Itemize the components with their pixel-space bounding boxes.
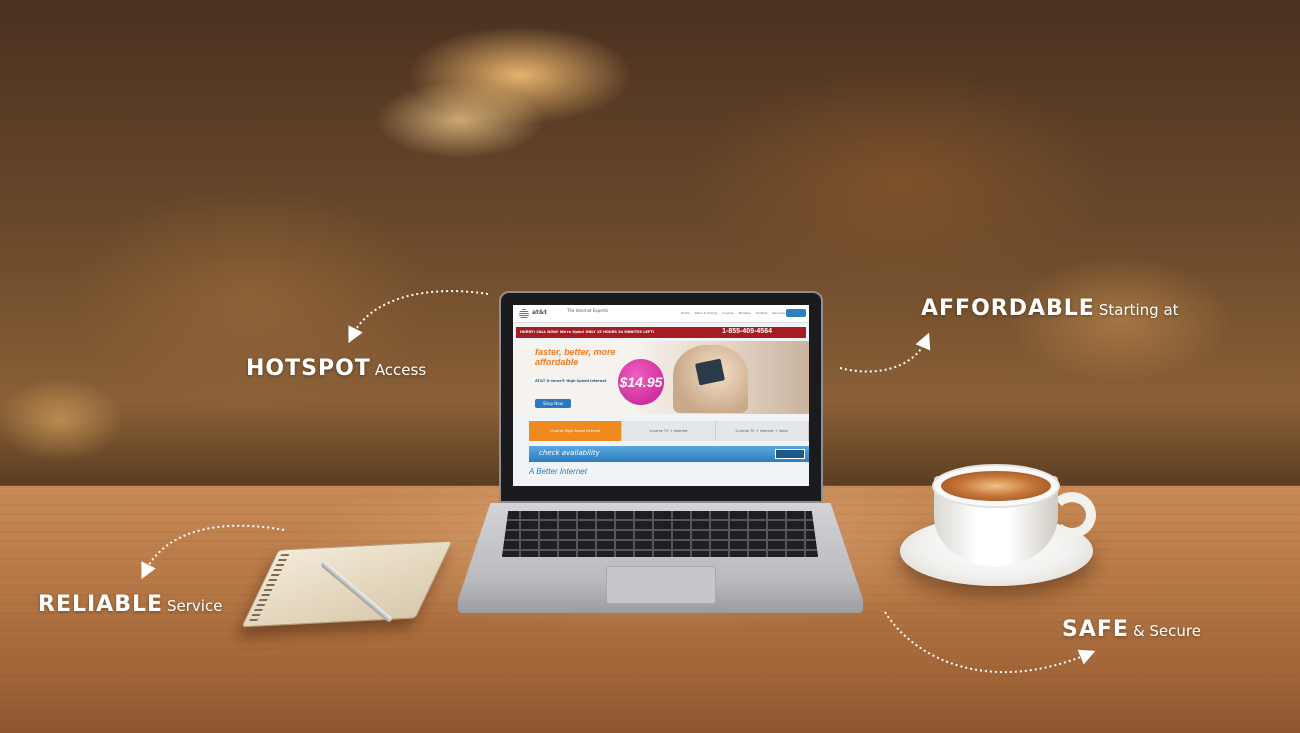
callbar-text: HURRY! CALL NOW! We're Open! ONLY 15 HOU… — [520, 330, 655, 334]
site-nav-item: Home — [681, 311, 690, 315]
reliable-arrow — [141, 524, 285, 580]
reliable-label: RELIABLE Service — [38, 592, 222, 617]
laptop-screen: at&t The Internet Experts Home Plans & P… — [513, 305, 809, 486]
site-nav-item: Services — [772, 311, 785, 315]
safe-arrow — [884, 611, 1096, 674]
site-tab: U-verse TV + Internet — [622, 421, 716, 441]
site-tab: U-verse TV + Internet + Voice — [715, 421, 809, 441]
check-availability-bar: check availability — [529, 446, 809, 462]
laptop-trackpad — [606, 566, 716, 604]
site-header: at&t The Internet Experts Home Plans & P… — [513, 305, 809, 323]
site-hero: faster, better, more affordable AT&T U-v… — [513, 341, 809, 414]
hotspot-label-light: Access — [374, 361, 427, 379]
safe-label: SAFE & Secure — [1062, 617, 1201, 642]
site-tab: U-verse High Speed Internet — [529, 421, 623, 441]
site-nav-item: Plans & Pricing — [694, 311, 718, 315]
laptop-screen-frame: at&t The Internet Experts Home Plans & P… — [499, 291, 823, 503]
site-brand: at&t — [532, 309, 548, 316]
price-amount: $14.95 — [619, 374, 663, 390]
site-tabs: U-verse High Speed Internet U-verse TV +… — [529, 421, 809, 441]
site-nav-item: Bundles — [738, 311, 751, 315]
hero-subheadline: AT&T U-verse® High Speed Internet — [535, 379, 607, 383]
laptop-keyboard — [502, 511, 818, 557]
hotspot-label: HOTSPOT Access — [246, 356, 426, 381]
callbar-phone: 1-855-409-4564 — [722, 328, 772, 335]
hotspot-label-strong: HOTSPOT — [246, 356, 371, 381]
reliable-label-light: Service — [167, 597, 223, 615]
reliable-label-strong: RELIABLE — [38, 592, 164, 617]
site-call-bar: HURRY! CALL NOW! We're Open! ONLY 15 HOU… — [516, 327, 806, 338]
site-tagline: The Internet Experts — [567, 308, 609, 313]
affordable-label-light: Starting at — [1098, 301, 1179, 319]
coffee-latte — [941, 471, 1051, 501]
find-deals-button — [775, 449, 805, 459]
check-availability-text: check availability — [539, 449, 600, 457]
att-globe-icon — [519, 309, 529, 319]
affordable-label: AFFORDABLE Starting at — [921, 296, 1179, 321]
site-nav-item: Contact — [755, 311, 768, 315]
affordable-label-strong: AFFORDABLE — [921, 296, 1095, 321]
hero-headline: faster, better, more affordable — [535, 347, 616, 367]
affordable-arrow — [839, 332, 931, 373]
better-internet-heading: A Better Internet — [529, 467, 587, 476]
safe-label-light: & Secure — [1132, 622, 1201, 640]
hotspot-arrow — [348, 290, 489, 344]
shop-now-button: Shop Now — [535, 399, 571, 408]
site-order-button — [786, 309, 806, 317]
site-nav: Home Plans & Pricing U-verse Bundles Con… — [681, 311, 785, 315]
site-nav-item: U-verse — [722, 311, 734, 315]
price-bubble: $14.95 — [618, 359, 664, 405]
safe-label-strong: SAFE — [1062, 617, 1129, 642]
